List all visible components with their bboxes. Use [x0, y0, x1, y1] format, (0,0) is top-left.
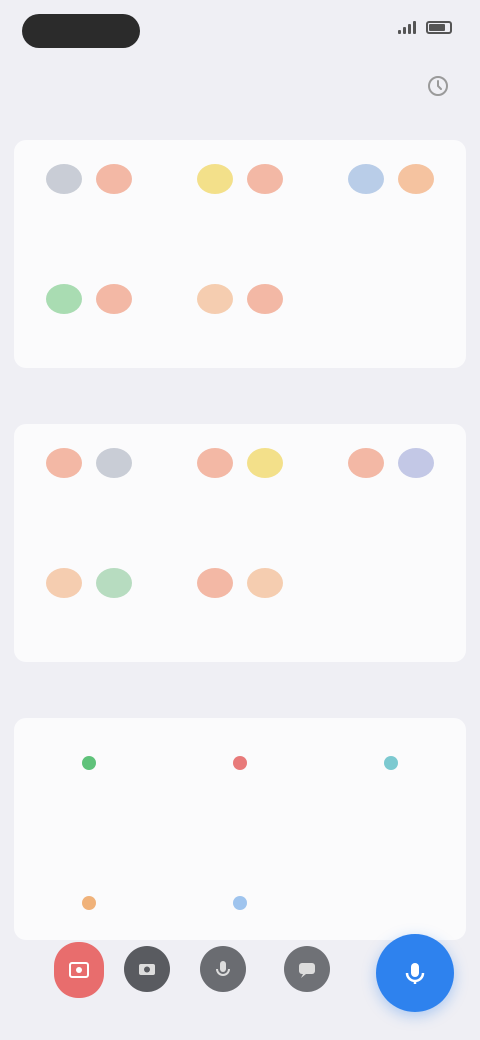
teal-tool-icon — [376, 748, 406, 778]
to-flag-icon — [397, 448, 434, 478]
chat-icon — [299, 963, 315, 978]
to-flag-icon — [246, 448, 283, 478]
status-bar — [0, 0, 480, 60]
flag-pair — [196, 568, 283, 598]
tool-item-0[interactable] — [14, 718, 165, 858]
photo-icon — [69, 962, 89, 978]
from-flag-icon — [46, 284, 83, 314]
microphone-icon — [216, 961, 230, 976]
tool-item-2[interactable] — [315, 718, 466, 858]
camera-button[interactable] — [124, 946, 170, 992]
red-tool-icon — [225, 748, 255, 778]
recent-pair-4[interactable] — [165, 260, 316, 380]
to-flag-icon — [96, 568, 133, 598]
flag-pair — [196, 284, 283, 314]
flag-pair — [347, 448, 434, 478]
from-flag-icon — [196, 448, 233, 478]
from-flag-icon — [347, 164, 384, 194]
from-flag-icon — [46, 164, 83, 194]
flag-pair — [46, 448, 133, 478]
header — [0, 62, 480, 112]
popular-pair-0[interactable] — [14, 424, 165, 544]
to-flag-icon — [246, 568, 283, 598]
photo-button[interactable] — [54, 942, 104, 998]
flag-pair — [46, 568, 133, 598]
recent-pair-1[interactable] — [165, 140, 316, 260]
microphone-button[interactable] — [200, 946, 246, 992]
history-icon[interactable] — [424, 72, 452, 100]
flag-pair — [196, 448, 283, 478]
to-flag-icon — [397, 164, 434, 194]
recent-pair-2[interactable] — [315, 140, 466, 260]
popular-pair-4[interactable] — [165, 544, 316, 664]
to-flag-icon — [96, 164, 133, 194]
from-flag-icon — [46, 448, 83, 478]
bottom-bar — [0, 900, 480, 1040]
popular-pair-1[interactable] — [165, 424, 316, 544]
time-pill — [22, 14, 140, 48]
recent-pair-0[interactable] — [14, 140, 165, 260]
from-flag-icon — [196, 568, 233, 598]
popular-pair-3[interactable] — [14, 544, 165, 664]
to-flag-icon — [246, 284, 283, 314]
flag-pair — [46, 164, 133, 194]
to-flag-icon — [96, 448, 133, 478]
from-flag-icon — [196, 164, 233, 194]
flag-pair — [46, 284, 133, 314]
from-flag-icon — [347, 448, 384, 478]
flag-pair — [347, 164, 434, 194]
tool-item-1[interactable] — [165, 718, 316, 858]
to-flag-icon — [96, 284, 133, 314]
green-tool-icon — [74, 748, 104, 778]
voice-translate-button[interactable] — [376, 934, 454, 1012]
popular-pairs-card — [14, 424, 466, 662]
battery-icon — [426, 20, 452, 34]
camera-icon — [139, 964, 155, 975]
from-flag-icon — [46, 568, 83, 598]
popular-pair-2[interactable] — [315, 424, 466, 544]
language-pairs-card — [14, 140, 466, 368]
recent-pair-3[interactable] — [14, 260, 165, 380]
voice-translate-icon — [405, 963, 425, 984]
from-flag-icon — [196, 284, 233, 314]
chat-button[interactable] — [284, 946, 330, 992]
signal-icon — [398, 20, 418, 34]
flag-pair — [196, 164, 283, 194]
status-icons — [398, 20, 452, 34]
to-flag-icon — [246, 164, 283, 194]
